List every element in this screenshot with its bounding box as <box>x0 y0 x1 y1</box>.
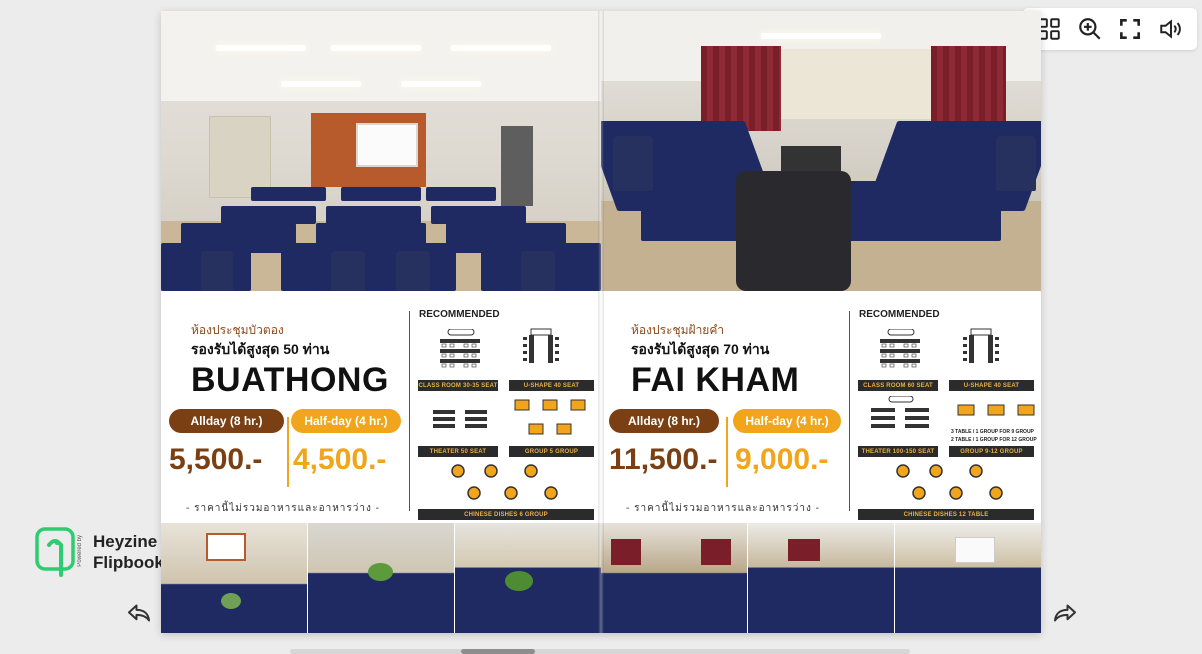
page-scrollbar-thumb[interactable] <box>461 649 535 654</box>
group-label: GROUP 9-12 GROUP <box>949 446 1034 457</box>
classroom-diagram <box>440 329 480 368</box>
theater-label: THEATER 100-150 SEAT <box>858 446 938 457</box>
halfday-badge: Half-day (4 hr.) <box>733 409 841 433</box>
group-label: GROUP 5 GROUP <box>509 446 594 457</box>
halfday-price: 9,000.- <box>735 443 829 476</box>
ushape-label: U-SHAPE 40 SEAT <box>949 380 1034 391</box>
sound-button[interactable] <box>1155 13 1187 45</box>
chinese-label: CHINESE DISHES 12 TABLE <box>858 509 1034 520</box>
group-note-2: 2 TABLE / 1 GROUP FOR 12 GROUP <box>951 437 1037 443</box>
arrow-left-icon <box>128 604 150 622</box>
theater-diagram <box>433 410 487 428</box>
faikham-room-photo <box>601 11 1041 291</box>
allday-badge: Allday (8 hr.) <box>609 409 719 433</box>
recommended-title: RECOMMENDED <box>859 309 940 320</box>
chinese-diagram <box>451 464 558 500</box>
faikham-photo-3 <box>895 523 1041 633</box>
group-diagram <box>514 399 586 435</box>
fullscreen-icon <box>1120 19 1141 39</box>
classroom-label: CLASS ROOM 60 SEAT <box>858 380 938 391</box>
room-capacity: รองรับได้สูงสุด 50 ท่าน <box>191 341 330 357</box>
prev-page-button[interactable] <box>124 598 154 628</box>
next-page-button[interactable] <box>1050 598 1080 628</box>
price-note: - ราคานี้ไม่รวมอาหารและอาหารว่าง - <box>186 503 380 514</box>
buathong-photo-2 <box>308 523 455 633</box>
flipbook[interactable]: ห้องประชุมบัวตอง รองรับได้สูงสุด 50 ท่าน… <box>161 11 1041 633</box>
page-right: ห้องประชุมฝ้ายคำ รองรับได้สูงสุด 70 ท่าน… <box>601 11 1041 633</box>
chinese-label: CHINESE DISHES 6 GROUP <box>418 509 594 520</box>
viewer-toolbar <box>1023 8 1197 50</box>
room-thai-name: ห้องประชุมฝ้ายคำ <box>631 323 725 337</box>
buathong-photo-strip <box>161 523 601 633</box>
heyzine-branding[interactable]: Powered by Heyzine Flipbooks <box>35 527 173 589</box>
allday-price: 11,500.- <box>609 443 718 476</box>
faikham-photo-2 <box>748 523 895 633</box>
group-diagram <box>957 404 1035 416</box>
faikham-info: ห้องประชุมฝ้ายคำ รองรับได้สูงสุด 70 ท่าน… <box>601 291 1041 523</box>
buathong-room-photo <box>161 11 601 291</box>
fullscreen-button[interactable] <box>1114 13 1146 45</box>
speaker-icon <box>1160 19 1181 39</box>
book-spine <box>598 11 604 633</box>
allday-price: 5,500.- <box>169 443 263 476</box>
ushape-diagram <box>523 328 559 363</box>
faikham-photo-strip <box>601 523 1041 633</box>
classroom-label: CLASS ROOM 30-35 SEAT <box>418 380 498 391</box>
arrow-right-icon <box>1054 604 1076 622</box>
powered-by-label: Powered by <box>77 535 83 567</box>
theater-label: THEATER 50 SEAT <box>418 446 498 457</box>
allday-badge: Allday (8 hr.) <box>169 409 284 433</box>
theater-diagram <box>871 396 929 428</box>
room-name: FAI KHAM <box>631 361 800 399</box>
ushape-diagram <box>963 328 999 363</box>
halfday-price: 4,500.- <box>293 443 387 476</box>
buathong-photo-3 <box>455 523 601 633</box>
buathong-photo-1 <box>161 523 308 633</box>
page-scrollbar-track[interactable] <box>290 649 910 654</box>
faikham-photo-1 <box>601 523 748 633</box>
room-name: BUATHONG <box>191 361 389 399</box>
buathong-info: ห้องประชุมบัวตอง รองรับได้สูงสุด 50 ท่าน… <box>161 291 601 523</box>
chinese-diagram <box>896 464 1003 500</box>
classroom-diagram <box>880 329 920 368</box>
ushape-label: U-SHAPE 40 SEAT <box>509 380 594 391</box>
room-thai-name: ห้องประชุมบัวตอง <box>191 323 284 337</box>
price-note: - ราคานี้ไม่รวมอาหารและอาหารว่าง - <box>626 503 820 514</box>
page-left: ห้องประชุมบัวตอง รองรับได้สูงสุด 50 ท่าน… <box>161 11 601 633</box>
halfday-badge: Half-day (4 hr.) <box>291 409 401 433</box>
group-note-1: 3 TABLE / 1 GROUP FOR 9 GROUP <box>951 429 1034 435</box>
zoom-in-icon <box>1078 18 1101 40</box>
heyzine-logo-icon <box>35 527 75 577</box>
zoom-button[interactable] <box>1074 13 1106 45</box>
room-capacity: รองรับได้สูงสุด 70 ท่าน <box>631 341 770 357</box>
recommended-title: RECOMMENDED <box>419 309 500 320</box>
